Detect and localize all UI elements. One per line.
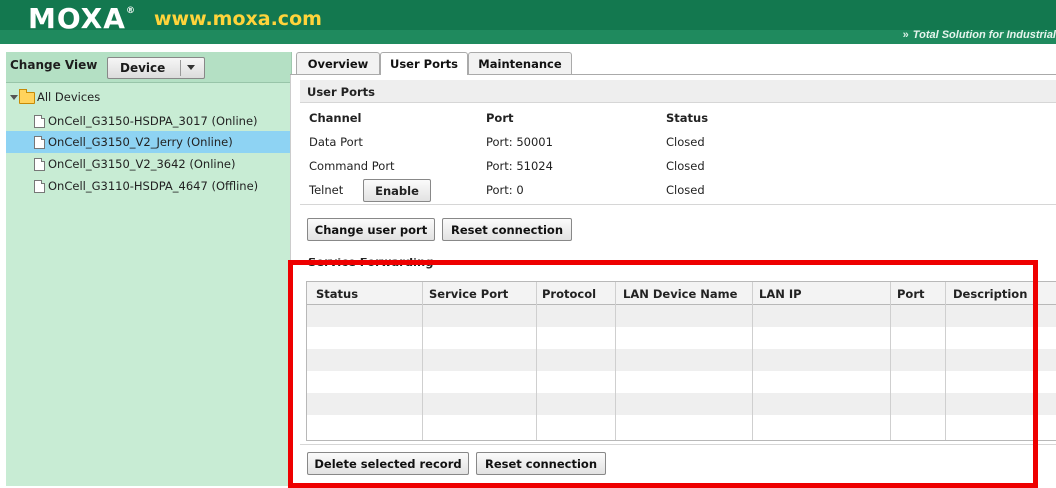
tree-item-device[interactable]: OnCell_G3150_V2_3642 (Online) (34, 153, 291, 175)
tree-item-device[interactable]: OnCell_G3150-HSDPA_3017 (Online) (34, 110, 291, 132)
port-row-command: Command Port Port: 51024 Closed (309, 159, 705, 173)
device-label: OnCell_G3150_V2_Jerry (Online) (48, 135, 233, 149)
expand-triangle-icon[interactable] (10, 95, 18, 100)
website-url[interactable]: www.moxa.com (154, 8, 322, 30)
user-ports-title: User Ports (300, 80, 1056, 103)
change-user-port-button[interactable]: Change user port (307, 218, 435, 241)
col-status: Status (666, 111, 709, 125)
col-channel: Channel (309, 111, 362, 125)
reset-connection-button[interactable]: Reset connection (442, 218, 572, 241)
tab-maintenance[interactable]: Maintenance (468, 52, 572, 74)
ports-header-row: Channel Port Status (300, 106, 1056, 130)
tagline: » Total Solution for Industrial (902, 29, 1056, 41)
device-label: OnCell_G3110-HSDPA_4647 (Offline) (48, 179, 259, 193)
tab-user-ports[interactable]: User Ports (380, 52, 468, 75)
app-header: MOXA® www.moxa.com » Total Solution for I… (0, 0, 1056, 44)
tree-item-device[interactable]: OnCell_G3110-HSDPA_4647 (Offline) (34, 175, 291, 197)
highlight-box (288, 260, 1038, 488)
folder-open-icon (19, 88, 35, 104)
moxa-logo: MOXA® (28, 2, 136, 35)
document-icon (34, 180, 45, 193)
device-label: OnCell_G3150_V2_3642 (Online) (48, 157, 236, 171)
tree-item-device-selected[interactable]: OnCell_G3150_V2_Jerry (Online) (6, 131, 291, 153)
change-view-label: Change View (10, 58, 98, 72)
col-port: Port (486, 111, 514, 125)
telnet-enable-button[interactable]: Enable (363, 179, 431, 202)
view-select-value: Device (120, 61, 166, 75)
document-icon (34, 115, 45, 128)
tab-overview[interactable]: Overview (296, 52, 380, 74)
change-view-bar: Change View Device (6, 52, 291, 83)
device-sidebar: Change View Device All Devices OnCell_G3… (6, 52, 292, 486)
double-chevron-right-icon: » (902, 29, 909, 41)
dropdown-arrow-icon (187, 65, 195, 70)
view-select[interactable]: Device (107, 57, 205, 79)
tree-root-label: All Devices (37, 90, 101, 104)
port-row-telnet: Telnet Enable Port: 0 Closed (300, 178, 1056, 202)
document-icon (34, 136, 45, 149)
port-row-data: Data Port Port: 50001 Closed (309, 135, 705, 149)
tree-root-all-devices[interactable]: All Devices (10, 88, 101, 108)
device-label: OnCell_G3150-HSDPA_3017 (Online) (48, 114, 258, 128)
document-icon (34, 158, 45, 171)
